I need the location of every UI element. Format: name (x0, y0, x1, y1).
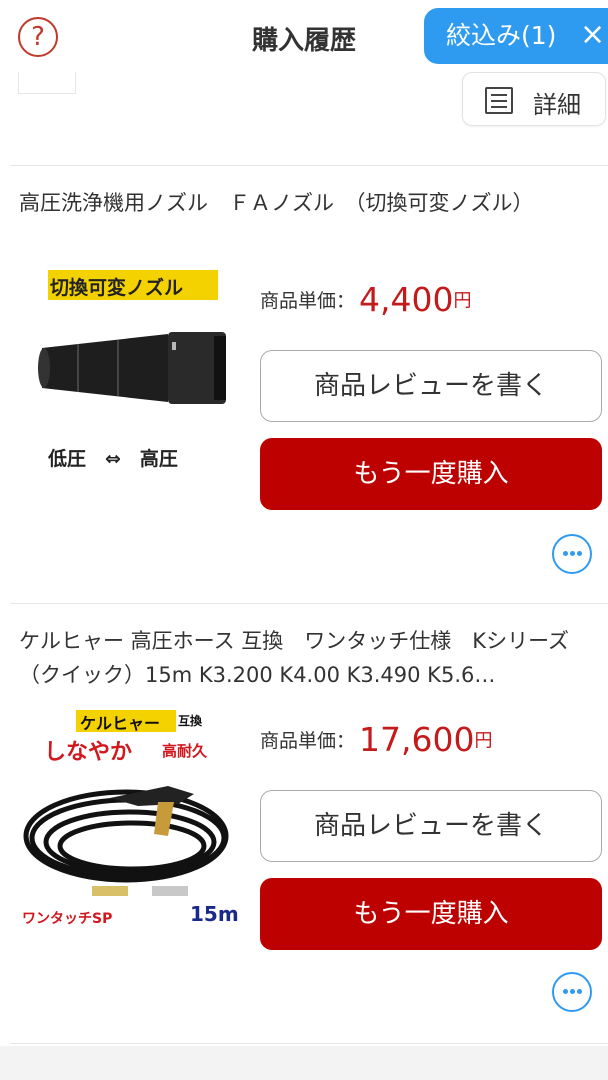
detail-label: 詳細 (533, 91, 581, 119)
image-caption: 切換可変ノズル (50, 277, 184, 299)
filter-label: 絞込み(1) (446, 21, 557, 50)
write-review-button[interactable]: 商品レビューを書く (260, 790, 602, 862)
buy-again-button[interactable]: もう一度購入 (260, 438, 602, 510)
order-item-card: 高圧洗浄機用ノズル ＦＡノズル （切換可変ノズル） 切換可変ノズル 低圧 ⇔ 高… (10, 168, 608, 604)
more-horizontal-icon[interactable] (552, 534, 592, 574)
document-list-icon (485, 87, 513, 114)
list-footer-divider (0, 1046, 608, 1080)
product-title[interactable]: ケルヒャー 高圧ホース 互換 ワンタッチ仕様 Kシリーズ（クイック）15m K3… (19, 624, 579, 692)
currency-label: 円 (474, 730, 493, 752)
image-caption: しなやか (44, 740, 133, 765)
detail-button[interactable]: 詳細 (462, 72, 606, 126)
product-image-hose[interactable]: ケルヒャー 互換 しなやか 高耐久 ワンタッチSP 15m (18, 706, 246, 936)
product-title[interactable]: 高圧洗浄機用ノズル ＦＡノズル （切換可変ノズル） (19, 186, 579, 220)
image-caption: 15m (190, 902, 239, 926)
price-value: 17,600 (359, 720, 475, 759)
more-horizontal-icon[interactable] (552, 972, 592, 1012)
image-caption: 低圧 ⇔ 高圧 (48, 448, 178, 470)
buy-again-button[interactable]: もう一度購入 (260, 878, 602, 950)
close-icon[interactable]: × (580, 8, 605, 62)
image-caption: ケルヒャー (80, 714, 161, 733)
image-caption: 高耐久 (162, 742, 208, 760)
image-caption: ワンタッチSP (22, 911, 113, 927)
product-image-nozzle[interactable]: 切換可変ノズル 低圧 ⇔ 高圧 (18, 260, 246, 490)
previous-order-card: 詳細 (10, 66, 608, 166)
price-value: 4,400 (359, 280, 454, 319)
price-label: 商品単価： (260, 730, 356, 752)
order-item-card: ケルヒャー 高圧ホース 互換 ワンタッチ仕様 Kシリーズ（クイック）15m K3… (10, 608, 608, 1044)
help-icon[interactable]: ? (18, 17, 58, 57)
price-row: 商品単価： 4,400円 (260, 280, 472, 319)
currency-label: 円 (453, 290, 472, 312)
price-label: 商品単価： (260, 290, 356, 312)
image-caption: 互換 (178, 714, 203, 728)
header-bar: ? 購入履歴 絞込み(1) × (0, 0, 608, 72)
write-review-button[interactable]: 商品レビューを書く (260, 350, 602, 422)
price-row: 商品単価： 17,600円 (260, 720, 492, 759)
filter-button[interactable]: 絞込み(1) × (424, 8, 608, 64)
